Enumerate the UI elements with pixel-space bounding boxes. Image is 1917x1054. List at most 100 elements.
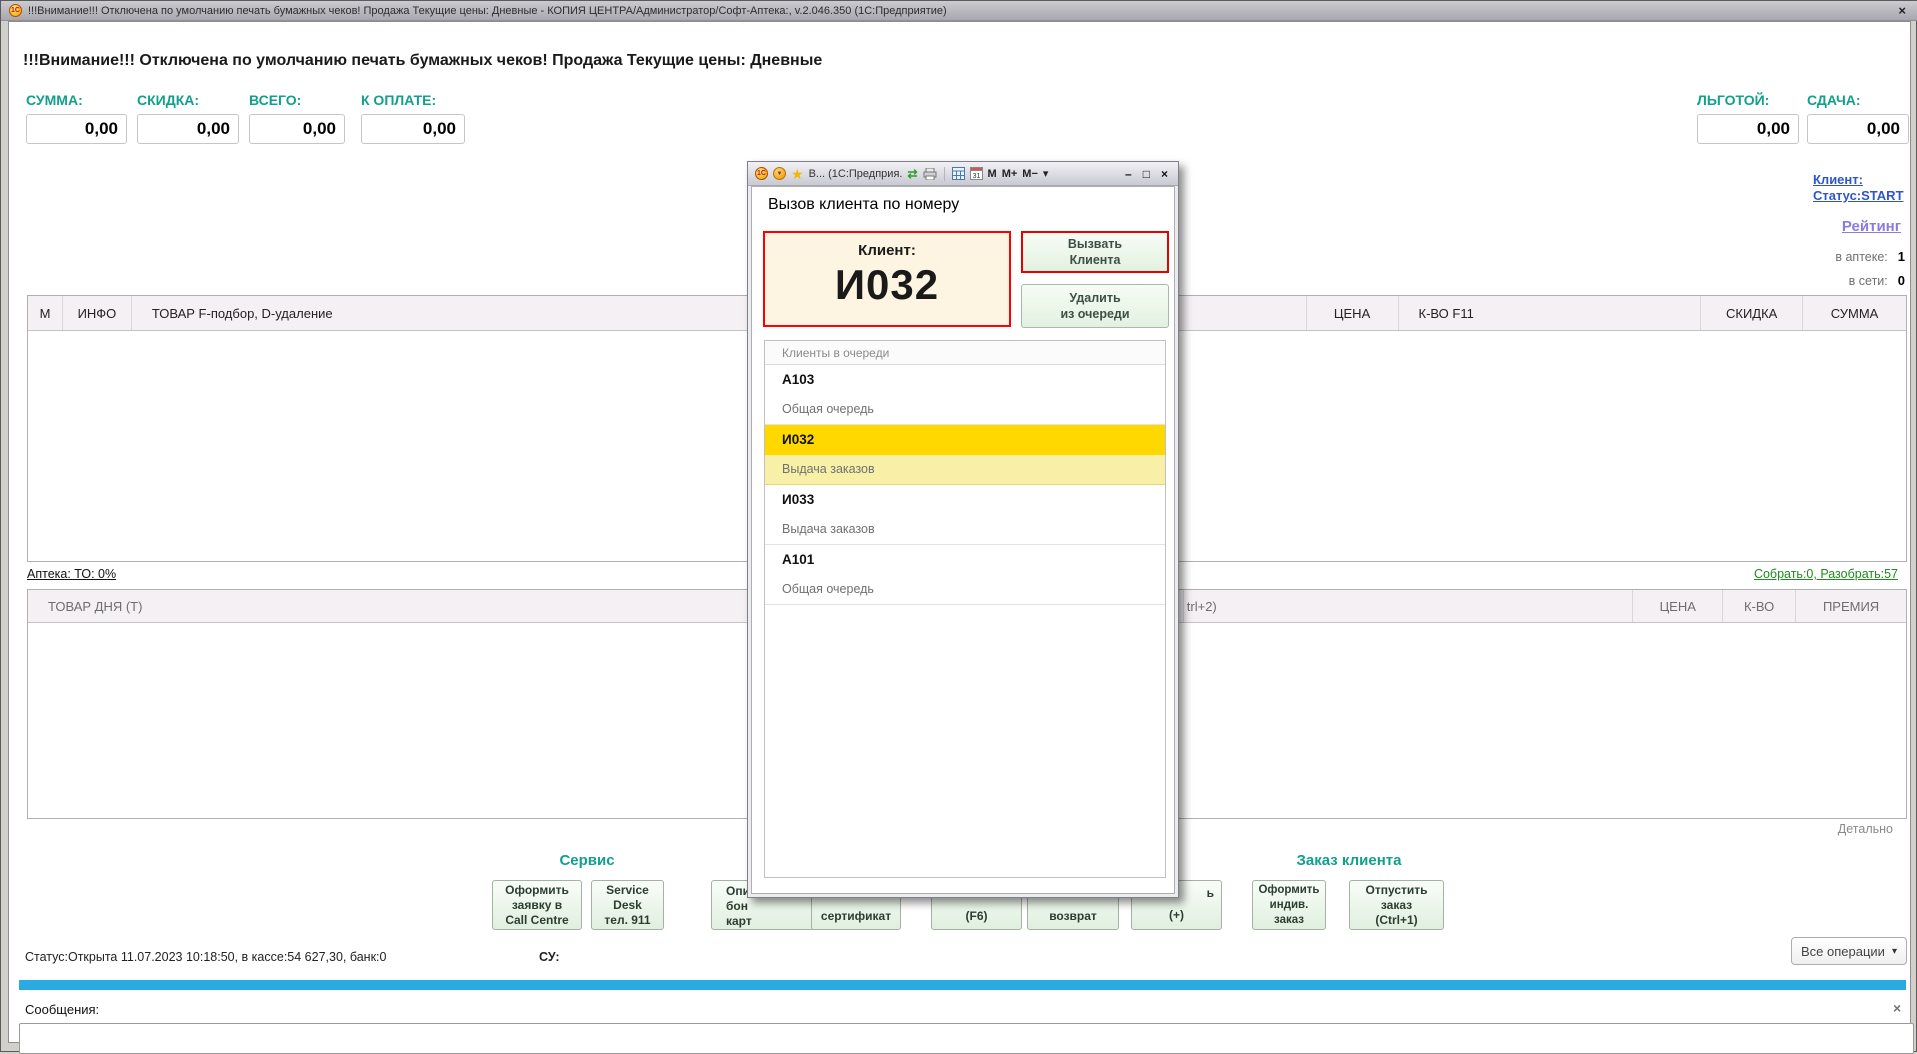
sum-label: СУММА: [26, 92, 83, 108]
calculator-icon[interactable] [951, 167, 965, 180]
queue-row[interactable]: И033 Выдача заказов [765, 485, 1165, 545]
col-sum: СУММА [1830, 305, 1879, 321]
service-desk-button[interactable]: Service Desk тел. 911 [591, 880, 664, 930]
order-section-title: Заказ клиента [1296, 852, 1402, 869]
discount-value: 0,00 [137, 114, 239, 144]
queue-row[interactable]: А101 Общая очередь [765, 545, 1165, 605]
release-order-button[interactable]: Отпустить заказ (Ctrl+1) [1349, 880, 1444, 930]
total-label: ВСЕГО: [249, 92, 302, 108]
dialog-1c-icon[interactable]: 1С [755, 167, 768, 180]
col-orders-partial: trl+2) [1184, 590, 1634, 622]
messages-close-icon[interactable]: × [1893, 1000, 1901, 1016]
svg-text:31: 31 [972, 173, 980, 180]
detail-label: Детально [1837, 822, 1893, 836]
col-day-qty: К-ВО [1723, 590, 1797, 622]
privilege-label: ЛЬГОТОЙ: [1697, 92, 1770, 108]
memory-minus-button[interactable]: M− [1022, 168, 1038, 180]
favorites-star-icon[interactable]: ★ [791, 167, 804, 181]
printer-icon[interactable] [923, 167, 937, 180]
chevron-down-icon: ▾ [1891, 945, 1897, 957]
call-client-button[interactable]: Вызвать Клиента [1021, 231, 1169, 273]
rating-link[interactable]: Рейтинг [1799, 218, 1901, 235]
button-line: сертификат [820, 909, 892, 923]
button-line: Call Centre [505, 912, 569, 927]
messages-divider-bar [19, 980, 1906, 990]
queue-client-type: Выдача заказов [765, 455, 1165, 485]
change-label: СДАЧА: [1807, 92, 1861, 108]
client-link[interactable]: Клиент: [1813, 172, 1909, 188]
warning-banner: !!!Внимание!!! Отключена по умолчанию пе… [23, 52, 823, 69]
client-box-label: Клиент: [858, 242, 916, 259]
window-close-icon[interactable]: × [1894, 3, 1910, 18]
col-qty: К-ВО F11 [1399, 296, 1702, 330]
queue-client-code: А103 [782, 372, 815, 387]
dialog-menu-dropdown-icon[interactable]: ▼ [773, 167, 786, 180]
privilege-value: 0,00 [1697, 114, 1799, 144]
messages-input[interactable] [19, 1023, 1914, 1054]
collect-link[interactable]: Собрать:0, Разобрать:57 [1754, 567, 1898, 581]
window-frame: 1С !!!Внимание!!! Отключена по умолчанию… [0, 0, 1917, 1054]
dialog-titlebar-text: В... (1С:Предприя. [808, 167, 903, 180]
button-line: возврат [1049, 909, 1097, 923]
register-status: Статус:Открыта 11.07.2023 10:18:50, в ка… [25, 950, 387, 964]
col-discount: СКИДКА [1701, 296, 1804, 330]
pharmacy-link[interactable]: Аптека: ТО: 0% [27, 567, 116, 581]
queue-row-selected[interactable]: И032 Выдача заказов [765, 425, 1165, 485]
button-line: Удалить [1069, 291, 1121, 305]
online-label: в сети: [1848, 274, 1888, 288]
queue-row[interactable]: А103 Общая очередь [765, 365, 1165, 425]
su-label: СУ: [539, 950, 560, 964]
current-client-box: Клиент: И032 [763, 231, 1011, 327]
queue-client-code: И033 [782, 492, 815, 507]
remove-from-queue-button[interactable]: Удалить из очереди [1021, 284, 1169, 328]
dialog-minimize-icon[interactable]: – [1122, 167, 1135, 181]
all-operations-button[interactable]: Все операции ▾ [1791, 937, 1907, 965]
col-m: М [28, 296, 63, 330]
queue-client-code: И032 [765, 425, 1165, 455]
col-day-price: ЦЕНА [1633, 590, 1724, 622]
messages-label: Сообщения: [25, 1002, 100, 1017]
dialog-close-icon[interactable]: × [1158, 167, 1171, 181]
button-line: Desk [613, 897, 642, 912]
change-value: 0,00 [1807, 114, 1909, 144]
data-exchange-icon[interactable]: ⇄ [907, 167, 917, 181]
in-pharmacy-label: в аптеке: [1835, 250, 1888, 264]
topay-value: 0,00 [361, 114, 465, 144]
calendar-icon[interactable]: 31 [969, 167, 983, 180]
total-value: 0,00 [249, 114, 345, 144]
button-line: Service [606, 882, 649, 897]
button-line: заказ [1380, 897, 1413, 912]
client-number: И032 [834, 261, 940, 308]
call-client-dialog: 1С ▼ ★ В... (1С:Предприя. ⇄ 31 M M+ M− ▾… [747, 161, 1179, 898]
toolbar-chevron-icon[interactable]: ▾ [1043, 167, 1049, 180]
button-line: (Ctrl+1) [1375, 912, 1418, 927]
memory-plus-button[interactable]: M+ [1002, 168, 1018, 180]
memory-m-button[interactable]: M [988, 168, 997, 180]
queue-client-type: Общая очередь [765, 395, 1165, 425]
client-links: Клиент: Статус:START [1813, 172, 1909, 204]
dialog-heading: Вызов клиента по номеру [768, 196, 960, 213]
button-line: (+) [1169, 908, 1184, 922]
queue-list-header: Клиенты в очереди [765, 341, 1165, 365]
online-value: 0 [1897, 273, 1905, 288]
button-line: Отпустить [1365, 882, 1428, 897]
queue-client-type: Выдача заказов [765, 515, 1165, 545]
button-line: Клиента [1069, 253, 1121, 267]
all-operations-label: Все операции [1801, 943, 1885, 959]
window-title: !!!Внимание!!! Отключена по умолчанию пе… [28, 4, 947, 17]
queue-list: Клиенты в очереди А103 Общая очередь И03… [764, 340, 1166, 878]
main-titlebar: 1С !!!Внимание!!! Отключена по умолчанию… [1, 1, 1917, 21]
call-centre-button[interactable]: Оформить заявку в Call Centre [492, 880, 582, 930]
sum-value: 0,00 [26, 114, 127, 144]
button-line: Оформить [505, 882, 569, 897]
button-line: из очереди [1060, 307, 1130, 321]
topay-label: К ОПЛАТЕ: [361, 92, 437, 108]
button-line: Оформить [1258, 883, 1320, 896]
in-pharmacy-value: 1 [1897, 249, 1905, 264]
individual-order-button[interactable]: Оформить индив. заказ [1252, 880, 1326, 930]
status-link[interactable]: Статус:START [1813, 188, 1909, 204]
app-1c-icon: 1С [9, 4, 22, 17]
button-line: тел. 911 [604, 912, 651, 927]
dialog-maximize-icon[interactable]: □ [1140, 167, 1153, 181]
queue-client-type: Общая очередь [765, 575, 1165, 605]
